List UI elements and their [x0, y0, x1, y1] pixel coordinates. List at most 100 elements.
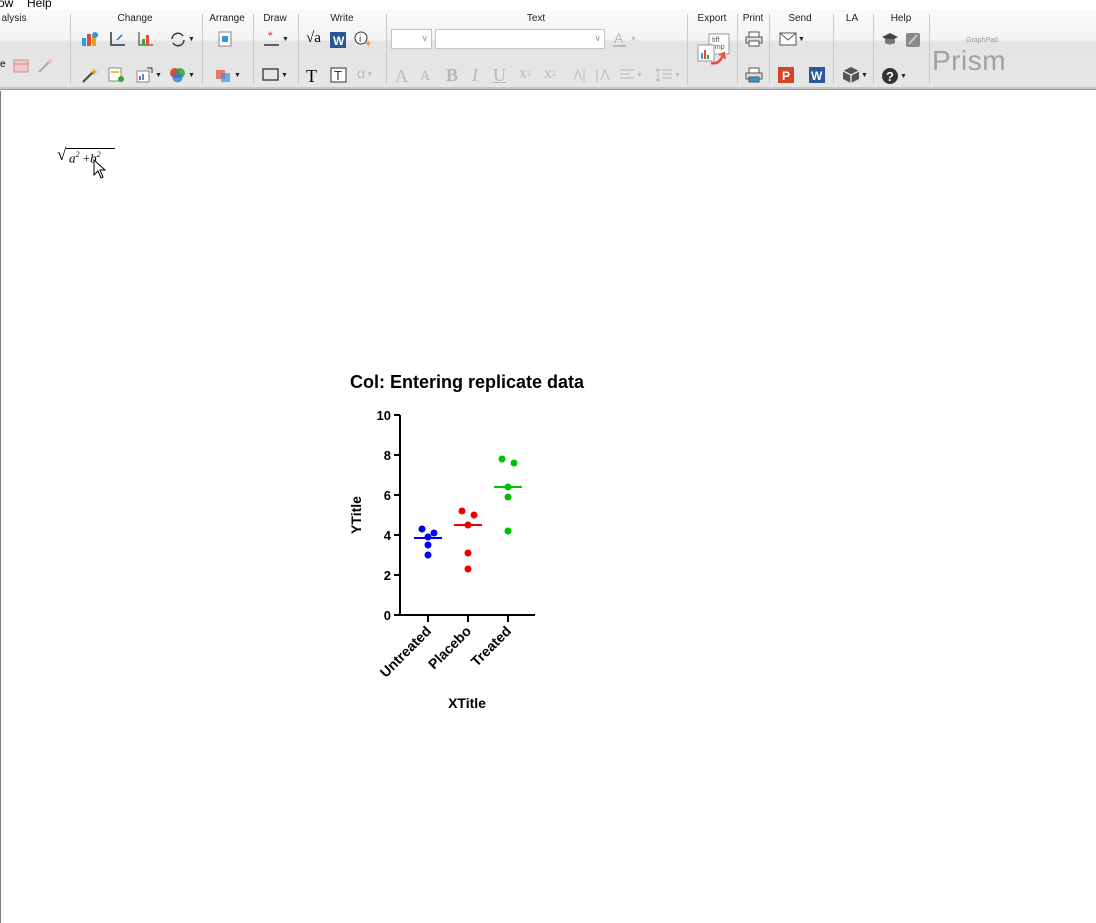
x-tick-label: Placebo	[425, 623, 474, 672]
new-analysis-icon[interactable]	[13, 58, 29, 74]
decrease-font-icon[interactable]: A	[420, 70, 430, 84]
separator	[253, 14, 254, 84]
page-left-border	[0, 91, 1, 923]
radical-overline	[66, 148, 115, 149]
increase-font-icon[interactable]: A	[395, 67, 408, 85]
separator	[298, 14, 299, 84]
book-icon[interactable]	[905, 32, 921, 48]
group-label-help: Help	[890, 13, 912, 24]
align-text-icon[interactable]: ▼	[619, 68, 643, 82]
italic-icon[interactable]: I	[472, 66, 478, 84]
group-label-change: Change	[117, 13, 153, 24]
svg-text:i: i	[359, 34, 361, 45]
magic-wand-icon[interactable]	[81, 67, 99, 83]
kerning-right-icon[interactable]	[595, 68, 611, 84]
separator	[769, 14, 770, 84]
layers-icon[interactable]: ▼	[215, 67, 241, 83]
separator	[202, 14, 203, 84]
rectangle-icon[interactable]: ▼	[262, 67, 288, 83]
chart-type-icon[interactable]	[81, 31, 99, 47]
data-point	[498, 455, 506, 463]
font-color-icon[interactable]: A ▼	[611, 30, 637, 48]
x-axis-label: XTitle	[448, 695, 486, 711]
email-icon[interactable]: ▼	[779, 32, 805, 46]
data-point	[458, 507, 466, 515]
mouse-cursor-icon	[93, 158, 107, 186]
data-point	[424, 551, 432, 559]
group-label-write: Write	[330, 13, 354, 24]
svg-text:W: W	[811, 69, 823, 83]
separator	[70, 14, 71, 84]
axes-icon[interactable]	[108, 31, 126, 47]
separator	[873, 14, 874, 84]
graduation-cap-icon[interactable]	[881, 32, 899, 48]
group-label-text: Text	[526, 13, 546, 24]
data-point	[470, 511, 478, 519]
scatter-chart[interactable]: Col: Entering replicate data 0 2 4 6 8 10 YTitl…	[330, 365, 630, 720]
help-icon[interactable]: ? ▼	[881, 67, 907, 85]
menu-item-window[interactable]: ow	[0, 0, 13, 10]
alpha-icon[interactable]: α ▼	[357, 66, 373, 82]
data-point	[418, 525, 426, 533]
data-point	[504, 527, 512, 535]
colors-icon[interactable]: ▼	[169, 67, 195, 83]
separator	[386, 14, 387, 84]
y-axis-label: YTitle	[348, 496, 364, 534]
info-icon[interactable]: i ✦	[354, 31, 372, 47]
separator	[929, 14, 930, 84]
line-spacing-icon[interactable]: ▼	[655, 68, 681, 82]
separator	[833, 14, 834, 84]
y-tick-label: 0	[384, 608, 391, 623]
cycle-icon[interactable]: ▼	[169, 31, 195, 47]
svg-text:*: *	[268, 31, 273, 43]
group-label-print: Print	[742, 13, 764, 24]
powerpoint-icon[interactable]: P	[778, 67, 794, 83]
y-tick-label: 4	[384, 528, 392, 543]
ribbon-bottom-border	[0, 87, 1096, 90]
text-box-icon[interactable]: T	[330, 67, 348, 83]
word-icon[interactable]: W	[330, 32, 346, 48]
data-point	[504, 493, 512, 501]
group-label-la: LA	[845, 13, 859, 24]
word-send-icon[interactable]: W	[809, 67, 825, 83]
sqrt-icon[interactable]: √a	[306, 31, 321, 46]
print-preview-icon[interactable]	[745, 67, 763, 83]
data-point	[464, 565, 472, 573]
bold-icon[interactable]: B	[446, 66, 458, 84]
superscript-icon[interactable]: x2	[519, 66, 531, 82]
svg-text:W: W	[333, 34, 345, 48]
y-tick-label: 2	[384, 568, 391, 583]
graphpad-logo-small: GraphPad	[966, 37, 998, 44]
y-tick-label: 6	[384, 488, 391, 503]
subscript-icon[interactable]: x2	[544, 66, 556, 82]
export-icon[interactable]: tiff bmp	[697, 33, 731, 69]
cube-icon[interactable]: ▼	[842, 66, 868, 84]
separator	[737, 14, 738, 84]
kerning-left-icon[interactable]	[572, 68, 588, 84]
data-point	[424, 541, 432, 549]
wizard-icon[interactable]	[37, 58, 53, 74]
data-point	[510, 459, 518, 467]
chart-title: Col: Entering replicate data	[350, 372, 585, 392]
insert-table-icon[interactable]	[108, 67, 126, 83]
menu-bar: ow Help	[0, 0, 1096, 10]
prism-logo: Prism	[932, 45, 1007, 76]
text-T-icon[interactable]: T	[306, 67, 317, 85]
data-point	[464, 549, 472, 557]
swap-axes-icon[interactable]	[137, 31, 155, 47]
svg-text:T: T	[334, 68, 342, 83]
group-label-draw: Draw	[263, 13, 287, 24]
draw-arrow-icon[interactable]: * ▼	[263, 31, 289, 47]
menu-item-help[interactable]: Help	[27, 0, 52, 10]
group-label-export: Export	[697, 13, 727, 24]
align-icon[interactable]	[218, 31, 232, 47]
x-tick-label: Untreated	[377, 623, 435, 681]
font-size-select[interactable]: ∨	[391, 29, 432, 49]
print-icon[interactable]	[745, 31, 763, 47]
y-tick-label: 8	[384, 448, 391, 463]
separator	[687, 14, 688, 84]
group-label-send: Send	[788, 13, 812, 24]
underline-icon[interactable]: U	[493, 66, 506, 84]
format-graph-icon[interactable]: ▼	[136, 67, 162, 83]
font-name-select[interactable]: ∨	[435, 29, 605, 49]
